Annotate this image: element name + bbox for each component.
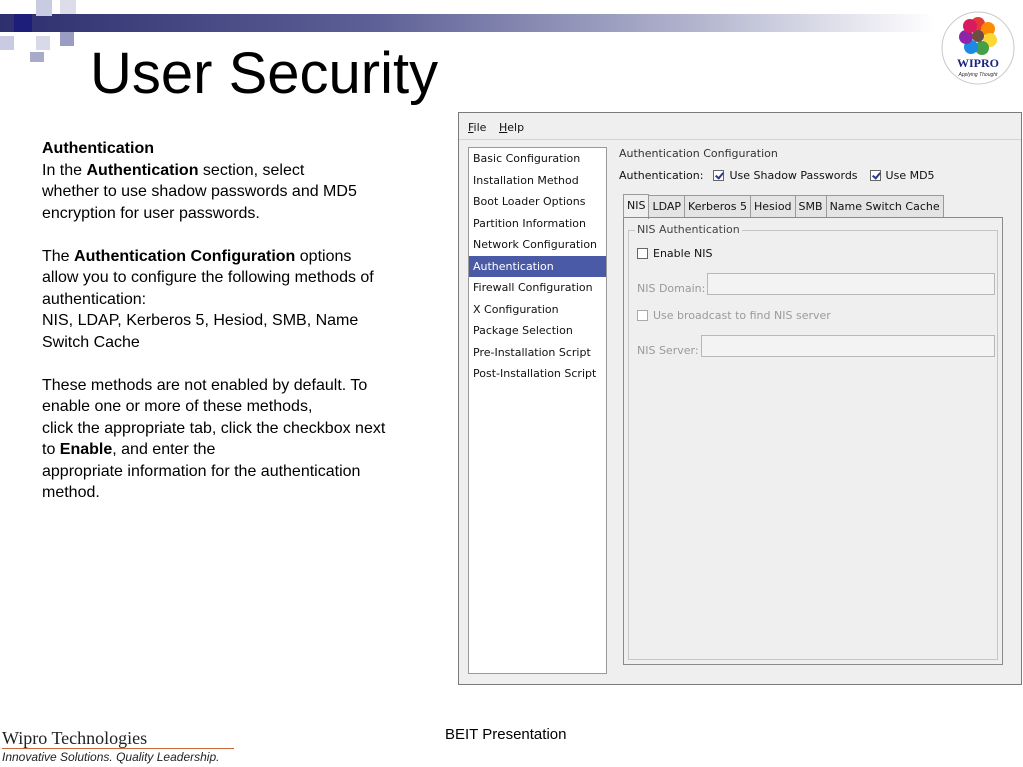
desc-text: options [295,247,352,265]
deco-square [60,0,76,14]
enable-nis-row: Enable NIS [637,247,712,260]
broadcast-row: Use broadcast to find NIS server [637,309,831,322]
desc-line: authentication: [42,290,147,308]
enable-nis-checkbox[interactable] [637,248,648,259]
desc-line: appropriate information for the authenti… [42,462,361,480]
tab-nis[interactable]: NIS [623,194,650,219]
footer-rule [2,748,234,749]
logo-text: WIPRO [957,56,999,70]
desc-line: allow you to configure the following met… [42,269,374,286]
nis-domain-label: NIS Domain: [637,281,706,295]
menu-file-label: ile [473,121,487,134]
sidebar-item-firewall-configuration[interactable]: Firewall Configuration [469,277,606,299]
broadcast-label[interactable]: Use broadcast to find NIS server [653,309,831,322]
header-gradient-bar [0,14,935,32]
nis-tab-panel: NIS Authentication Enable NIS NIS Domain… [623,217,1003,665]
deco-square [36,0,52,16]
sidebar-item-boot-loader-options[interactable]: Boot Loader Options [469,191,606,213]
desc-bold: Authentication [86,161,199,179]
shadow-passwords-label[interactable]: Use Shadow Passwords [729,169,857,182]
deco-square [30,52,44,62]
desc-text: In the [42,161,87,179]
tab-ldap[interactable]: LDAP [648,195,686,218]
sidebar-item-authentication[interactable]: Authentication [469,255,606,277]
auth-config-heading: Authentication Configuration [619,147,778,160]
nis-authentication-group: NIS Authentication Enable NIS NIS Domain… [628,223,998,660]
sidebar-item-network-configuration[interactable]: Network Configuration [469,234,606,256]
desc-line: enable one or more of these methods, [42,398,313,415]
kickstart-config-window: File Help Basic Configuration Installati… [458,112,1022,685]
sidebar-item-basic-configuration[interactable]: Basic Configuration [469,148,606,170]
auth-label: Authentication: [619,169,704,182]
sidebar-item-x-configuration[interactable]: X Configuration [469,299,606,321]
nis-domain-row: NIS Domain: [637,277,705,299]
sidebar-item-partition-information[interactable]: Partition Information [469,213,606,235]
tab-hesiod[interactable]: Hesiod [750,195,796,218]
sidebar-item-pre-installation-script[interactable]: Pre-Installation Script [469,342,606,364]
description-heading: Authentication [42,140,154,157]
desc-line: NIS, LDAP, Kerberos 5, Hesiod, SMB, Name [42,312,359,329]
footer-company: Wipro Technologies [2,728,148,748]
wipro-logo: WIPRO Applying Thought [941,11,1015,85]
deco-square [14,14,32,32]
tab-name-switch-cache[interactable]: Name Switch Cache [825,195,944,218]
nis-server-label: NIS Server: [637,343,699,357]
broadcast-checkbox[interactable] [637,310,648,321]
desc-line: Switch Cache [42,333,140,351]
deco-square [0,36,14,50]
deco-square [60,32,74,46]
desc-text: The [42,247,75,265]
logo-tagline: Applying Thought [958,72,999,78]
footer-tagline: Innovative Solutions. Quality Leadership… [2,750,220,764]
auth-options-row: Authentication: Use Shadow Passwords Use… [619,169,935,182]
description-text: Authentication In the Authentication sec… [42,138,437,504]
nis-domain-input[interactable] [707,273,995,295]
desc-line: method. [42,484,100,501]
menu-help-label: elp [507,121,525,134]
desc-line: whether to use shadow passwords and MD5 [42,183,357,200]
slide-title: User Security [90,41,439,106]
sidebar-item-package-selection[interactable]: Package Selection [469,320,606,342]
desc-line: click the appropriate tab, click the che… [42,419,386,437]
menu-help[interactable]: Help [499,121,524,134]
desc-text: , and enter the [112,441,216,458]
shadow-passwords-checkbox[interactable] [713,170,725,181]
desc-text: to [42,441,60,458]
sidebar-item-post-installation-script[interactable]: Post-Installation Script [469,363,606,385]
deco-square [36,36,50,50]
tab-kerberos-5[interactable]: Kerberos 5 [684,195,751,218]
footer-presentation-title: BEIT Presentation [445,726,567,743]
section-list: Basic Configuration Installation Method … [468,147,607,674]
desc-line: These methods are not enabled by default… [42,376,368,394]
sidebar-item-installation-method[interactable]: Installation Method [469,170,606,192]
tab-smb[interactable]: SMB [794,195,827,218]
menu-bar: File Help [459,113,1021,140]
nis-server-input[interactable] [701,335,995,357]
desc-line: encryption for user passwords. [42,204,260,222]
menu-file[interactable]: File [468,121,486,134]
nis-group-title: NIS Authentication [635,223,742,236]
desc-bold: Enable [59,441,113,458]
enable-nis-label[interactable]: Enable NIS [653,247,712,260]
nis-server-row: NIS Server: [637,339,699,361]
md5-checkbox[interactable] [869,170,881,181]
desc-bold: Authentication Configuration [74,247,296,265]
desc-text: section, select [198,161,305,179]
md5-label[interactable]: Use MD5 [886,169,935,182]
